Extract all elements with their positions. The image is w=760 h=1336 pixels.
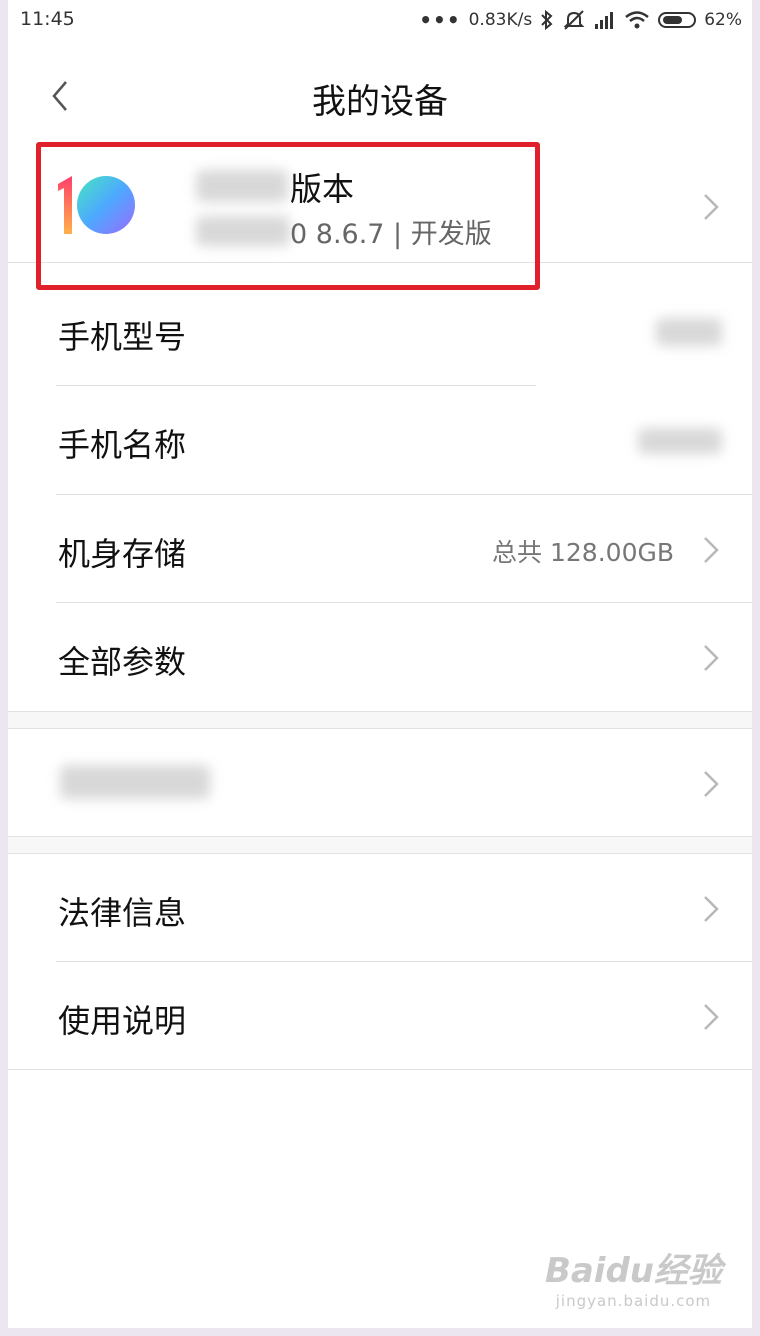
miui-10-logo: [58, 176, 135, 234]
battery-icon: [658, 12, 697, 28]
baidu-watermark: Baidu经验 jingyan.baidu.com: [545, 1243, 722, 1310]
row-phone-name[interactable]: 手机名称: [8, 386, 752, 494]
row-label: 全部参数: [58, 643, 187, 681]
status-icons: ••• 0.83K/s 62%: [419, 8, 742, 32]
row-phone-model[interactable]: 手机型号: [8, 278, 752, 386]
row-legal[interactable]: 法律信息: [8, 854, 752, 962]
watermark-sub: jingyan.baidu.com: [555, 1292, 712, 1310]
status-bar: 11:45 ••• 0.83K/s 62%: [8, 0, 752, 40]
row-label: 机身存储: [58, 535, 187, 573]
row-label: 手机型号: [58, 318, 187, 356]
status-time: 11:45: [20, 8, 75, 30]
watermark-main: Baidu经验: [544, 1251, 722, 1291]
blurred-value: [638, 428, 722, 454]
chevron-right-icon: [704, 645, 719, 671]
mute-icon: [563, 10, 585, 30]
blurred-version-prefix: [196, 216, 290, 246]
signal-icon: [595, 12, 614, 29]
section-gap: [8, 837, 752, 853]
row-manual[interactable]: 使用说明: [8, 962, 752, 1070]
blurred-label: [60, 765, 210, 799]
row-value: 总共 128.00GB: [492, 538, 674, 567]
device-screen: 11:45 ••• 0.83K/s 62% 我的设备 版本 0 8.6.7 | …: [8, 0, 752, 1328]
version-subtitle: 0 8.6.7 | 开发版: [290, 219, 492, 250]
version-row[interactable]: 版本 0 8.6.7 | 开发版: [8, 140, 752, 262]
chevron-right-icon: [704, 194, 719, 220]
row-label: 手机名称: [58, 426, 187, 464]
blurred-name: [196, 170, 288, 202]
chevron-right-icon: [704, 771, 719, 797]
chevron-right-icon: [704, 537, 719, 563]
divider: [8, 262, 752, 263]
row-storage[interactable]: 机身存储 总共 128.00GB: [8, 495, 752, 603]
wifi-icon: [625, 11, 649, 29]
bluetooth-icon: [541, 9, 553, 31]
page-title: 我的设备: [312, 82, 448, 122]
more-dots-icon: •••: [419, 8, 461, 32]
row-label: 使用说明: [58, 1002, 187, 1040]
blurred-value: [656, 318, 722, 346]
chevron-right-icon: [704, 1004, 719, 1030]
section-gap: [8, 712, 752, 728]
row-blurred[interactable]: [8, 729, 752, 837]
row-label: 法律信息: [58, 894, 187, 932]
app-header: 我的设备: [8, 52, 752, 138]
battery-percent: 62%: [704, 10, 742, 30]
chevron-right-icon: [704, 896, 719, 922]
row-all-specs[interactable]: 全部参数: [8, 603, 752, 711]
version-title: 版本: [290, 170, 355, 208]
network-speed: 0.83K/s: [468, 10, 533, 30]
divider: [8, 1069, 752, 1070]
